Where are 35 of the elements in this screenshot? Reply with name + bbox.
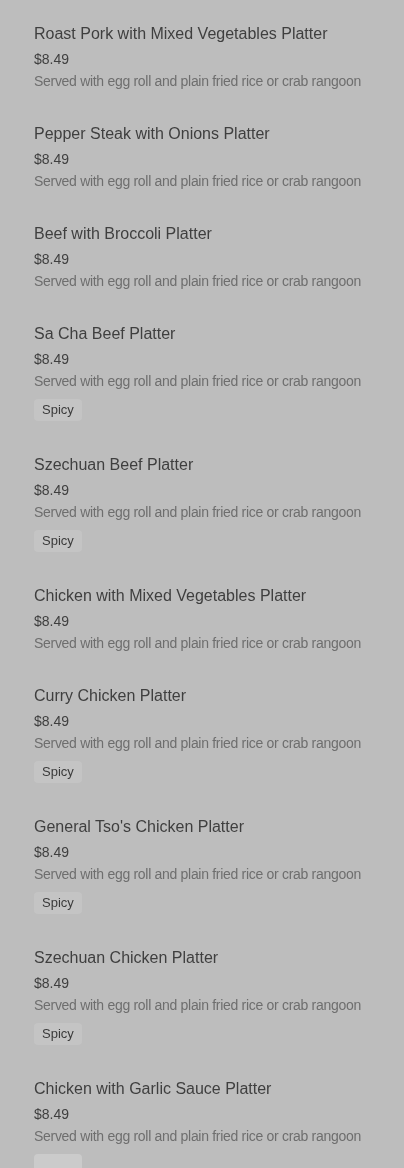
dish-description: Served with egg roll and plain fried rice or crab rangoon xyxy=(34,503,362,521)
dish-description: Served with egg roll and plain fried rice or crab rangoon xyxy=(34,72,362,90)
dish-description: Served with egg roll and plain fried rice or crab rangoon xyxy=(34,272,362,290)
dish-description: Served with egg roll and plain fried rice or crab rangoon xyxy=(34,865,362,883)
dish-name: Curry Chicken Platter xyxy=(34,686,188,706)
dish-price: $8.49 xyxy=(34,250,71,269)
dish-name: Roast Pork with Mixed Vegetables Platter xyxy=(34,24,329,44)
dish-description: Served with egg roll and plain fried rice or crab rangoon xyxy=(34,634,362,652)
dish-description: Served with egg roll and plain fried rice or crab rangoon xyxy=(34,1127,362,1145)
dish-price: $8.49 xyxy=(34,843,71,862)
spicy-tag: Spicy xyxy=(34,399,82,421)
dish-description: Served with egg roll and plain fried rice or crab rangoon xyxy=(34,996,362,1014)
dish-price: $8.49 xyxy=(34,712,71,731)
spicy-tag: Spicy xyxy=(34,1023,82,1045)
dish-price: $8.49 xyxy=(34,974,71,993)
dish-name: Chicken with Garlic Sauce Platter xyxy=(34,1079,273,1099)
dish-description: Served with egg roll and plain fried rice or crab rangoon xyxy=(34,172,362,190)
dish-price: $8.49 xyxy=(34,1105,71,1124)
dish-price: $8.49 xyxy=(34,50,71,69)
dish-name: Chicken with Mixed Vegetables Platter xyxy=(34,586,308,606)
dish-name: Pepper Steak with Onions Platter xyxy=(34,124,271,144)
spicy-tag: Spicy xyxy=(34,761,82,783)
dish-name: General Tso's Chicken Platter xyxy=(34,817,245,837)
dish-name: Szechuan Chicken Platter xyxy=(34,948,220,968)
dish-price: $8.49 xyxy=(34,481,71,500)
spicy-tag: Spicy xyxy=(34,530,82,552)
dish-name: Szechuan Beef Platter xyxy=(34,455,195,475)
dish-price: $8.49 xyxy=(34,350,71,369)
dish-name: Sa Cha Beef Platter xyxy=(34,324,177,344)
spicy-tag: Spicy xyxy=(34,892,82,914)
dish-price: $8.49 xyxy=(34,150,71,169)
dish-description: Served with egg roll and plain fried rice or crab rangoon xyxy=(34,734,362,752)
dish-description: Served with egg roll and plain fried rice or crab rangoon xyxy=(34,372,362,390)
dish-name: Beef with Broccoli Platter xyxy=(34,224,213,244)
dish-price: $8.49 xyxy=(34,612,71,631)
